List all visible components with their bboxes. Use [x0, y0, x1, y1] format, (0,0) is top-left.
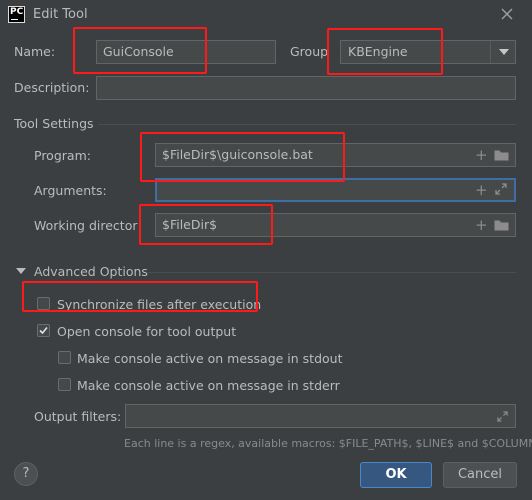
active-stdout-label: Make console active on message in stdout — [77, 351, 343, 366]
working-directory-label: Working director — [34, 218, 138, 233]
group-label: Group — [290, 44, 329, 59]
collapse-triangle-icon[interactable] — [16, 268, 26, 274]
advanced-options-header[interactable]: Advanced Options — [34, 264, 148, 279]
open-console-label: Open console for tool output — [57, 324, 237, 339]
active-stdout-checkbox[interactable] — [58, 351, 71, 364]
description-label: Description: — [14, 80, 90, 95]
insert-macro-plus-icon[interactable]: + — [475, 148, 488, 163]
open-console-checkbox[interactable] — [37, 324, 50, 337]
checkmark-icon — [39, 326, 48, 335]
insert-macro-plus-icon[interactable]: + — [475, 218, 488, 233]
program-value: $FileDir$\guiconsole.bat — [162, 147, 313, 162]
help-icon: ? — [22, 466, 30, 481]
program-input[interactable]: $FileDir$\guiconsole.bat — [155, 143, 516, 167]
description-input[interactable] — [96, 76, 516, 100]
output-filters-hint: Each line is a regex, available macros: … — [124, 437, 532, 450]
help-button[interactable]: ? — [14, 462, 38, 486]
output-filters-input[interactable] — [125, 404, 516, 428]
ok-button[interactable]: OK — [360, 462, 432, 488]
folder-icon[interactable] — [494, 219, 509, 234]
expand-icon[interactable] — [497, 410, 508, 425]
section-divider — [98, 124, 516, 125]
sync-files-checkbox[interactable] — [37, 297, 50, 310]
active-stderr-checkbox[interactable] — [58, 378, 71, 391]
section-divider — [146, 272, 516, 273]
folder-icon[interactable] — [494, 149, 509, 164]
name-label: Name: — [14, 44, 56, 59]
arguments-label: Arguments: — [34, 183, 107, 198]
arguments-input[interactable] — [155, 178, 516, 202]
group-select[interactable]: KBEngine — [340, 40, 516, 64]
app-logo-icon: PC — [8, 6, 25, 23]
title-bar: PC Edit Tool — [0, 0, 532, 30]
app-badge-text: PC — [10, 7, 24, 17]
insert-macro-plus-icon[interactable]: + — [475, 183, 488, 198]
sync-files-label: Synchronize files after execution — [57, 297, 262, 312]
working-directory-value: $FileDir$ — [162, 217, 218, 232]
expand-icon[interactable] — [495, 183, 507, 198]
name-input[interactable]: GuiConsole — [96, 40, 276, 64]
chevron-down-icon[interactable] — [499, 49, 509, 55]
cancel-button[interactable]: Cancel — [443, 462, 517, 488]
tool-settings-header: Tool Settings — [14, 116, 94, 131]
active-stderr-label: Make console active on message in stderr — [77, 378, 340, 393]
program-label: Program: — [34, 148, 91, 163]
close-icon[interactable] — [499, 6, 515, 22]
group-selected-value: KBEngine — [348, 44, 408, 59]
working-directory-input[interactable]: $FileDir$ — [155, 213, 516, 237]
output-filters-label: Output filters: — [34, 409, 122, 424]
dialog-title: Edit Tool — [33, 7, 88, 22]
